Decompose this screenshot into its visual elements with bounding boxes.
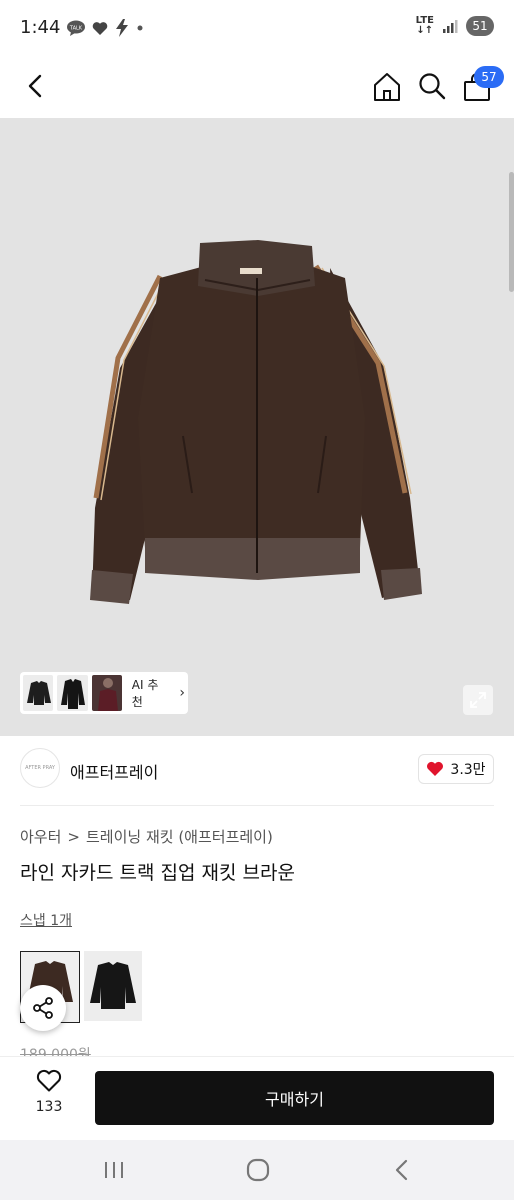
recents-button[interactable] [102, 1160, 126, 1184]
back-icon [28, 74, 42, 98]
jacket-thumbnail [61, 679, 86, 709]
network-indicator: LTE ↓↑ [415, 15, 434, 36]
product-title: 라인 자카드 트랙 집업 재킷 브라운 [20, 862, 295, 884]
color-variant-black[interactable] [84, 951, 142, 1021]
product-image-gallery[interactable] [0, 118, 514, 736]
share-icon [33, 997, 53, 1019]
talk-icon: TALK [67, 20, 85, 36]
brand-name[interactable]: 애프터프레이 [70, 759, 158, 783]
black-jacket-thumbnail [90, 962, 136, 1009]
breadcrumb: 아우터 > 트레이닝 재킷 (애프터프레이) [20, 826, 273, 847]
bottom-action-bar: 133 구매하기 [0, 1056, 514, 1141]
battery-indicator: 51 [466, 16, 494, 36]
wishlist-button[interactable]: 133 [24, 1069, 74, 1125]
home-button[interactable] [370, 70, 404, 104]
search-button[interactable] [416, 70, 448, 102]
bolt-icon [116, 19, 128, 37]
recents-icon [105, 1162, 123, 1178]
product-jacket-image [90, 240, 422, 604]
breadcrumb-separator: > [67, 827, 80, 846]
status-time: 1:44 [20, 17, 61, 38]
breadcrumb-category[interactable]: 아우터 [20, 826, 61, 847]
svg-text:TALK: TALK [69, 26, 83, 32]
system-back-button[interactable] [392, 1158, 412, 1186]
heart-filled-icon [427, 761, 444, 776]
cart-count-badge: 57 [474, 66, 504, 88]
wishlist-count: 133 [35, 1099, 63, 1115]
divider [20, 805, 494, 806]
ai-thumb-1[interactable] [23, 675, 54, 711]
back-button[interactable] [20, 70, 52, 102]
heart-outline-icon [36, 1069, 62, 1092]
system-nav-bar [0, 1140, 514, 1200]
breadcrumb-subcategory[interactable]: 트레이닝 재킷 (애프터프레이) [86, 826, 273, 847]
buy-button[interactable]: 구매하기 [95, 1071, 494, 1125]
jacket-thumbnail [27, 681, 51, 705]
brand-logo[interactable]: AFTER PRAY [20, 748, 60, 788]
brand-like-count: 3.3만 [450, 762, 486, 778]
dot-icon [137, 25, 143, 31]
home-circle-icon [246, 1158, 270, 1182]
ai-thumb-2[interactable] [57, 675, 88, 711]
ai-recommend-label: AI 추천 [131, 678, 159, 709]
share-button[interactable] [20, 985, 66, 1031]
price-text: 189,000원 [20, 1047, 91, 1056]
person-thumbnail [97, 678, 118, 711]
chevron-right-icon: › [179, 685, 186, 701]
search-icon [419, 73, 446, 100]
notification-icons: TALK [66, 19, 144, 37]
status-bar: 1:44 TALK LTE ↓↑ 51 [0, 0, 514, 56]
snap-link[interactable]: 스냅 1개 [20, 910, 72, 930]
system-home-button[interactable] [244, 1156, 272, 1188]
status-right: LTE ↓↑ 51 [416, 16, 494, 36]
ai-recommendation-strip[interactable]: AI 추천 › [20, 672, 188, 714]
home-icon [374, 73, 400, 101]
heart-icon [92, 21, 108, 35]
system-back-icon [395, 1159, 408, 1181]
ai-thumb-3[interactable] [91, 675, 122, 711]
expand-image-button[interactable] [463, 685, 493, 715]
brand-like-button[interactable]: 3.3만 [418, 754, 494, 784]
signal-icon [443, 20, 458, 33]
brand-row[interactable]: AFTER PRAY 애프터프레이 3.3만 [20, 748, 494, 792]
top-nav [0, 56, 514, 118]
expand-icon [470, 692, 486, 708]
